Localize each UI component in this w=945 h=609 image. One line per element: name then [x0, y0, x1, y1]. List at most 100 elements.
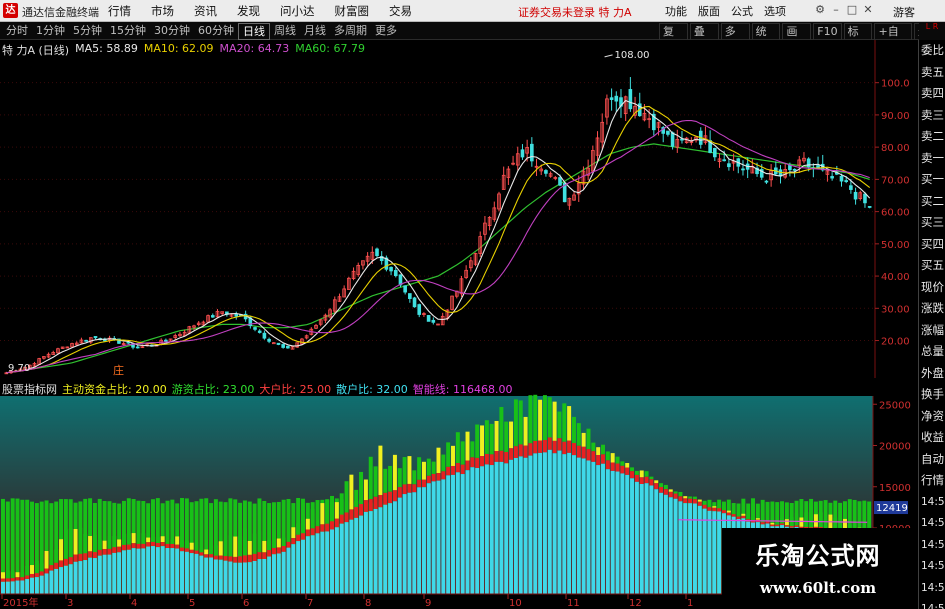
menu-ask[interactable]: 问小达	[280, 3, 315, 19]
retail-bar	[431, 481, 436, 594]
menu-options[interactable]: 选项	[764, 3, 786, 19]
side-panel-item[interactable]: 买一	[919, 169, 945, 191]
price-chart[interactable]: 20.00 30.00 40.00 50.00 60.00 70.00 80.00 90.00…	[0, 40, 918, 378]
close-icon[interactable]: ✕	[860, 3, 876, 16]
hot-money-bar	[78, 527, 83, 554]
candle-body	[253, 327, 257, 330]
candle-body	[276, 342, 281, 345]
hot-money-bar	[736, 514, 741, 517]
settings-icon[interactable]: ⚙	[812, 3, 828, 16]
side-panel-item[interactable]: 涨跌	[919, 298, 945, 320]
menu-layout[interactable]: 版面	[698, 3, 720, 19]
tab-30min[interactable]: 30分钟	[150, 23, 194, 40]
hot-money-bar	[649, 476, 654, 480]
retail-bar	[257, 559, 262, 594]
side-panel-item[interactable]: 卖三	[919, 105, 945, 127]
side-panel-item[interactable]: 收益	[919, 427, 945, 449]
login-status[interactable]: 证券交易未登录 特 力A	[518, 4, 632, 20]
menu-discover[interactable]: 发现	[237, 3, 260, 19]
side-panel-item[interactable]: 卖四	[919, 83, 945, 105]
big-holder-bar	[721, 510, 726, 514]
retail-bar	[673, 498, 678, 594]
retail-bar	[378, 507, 383, 594]
retail-bar	[49, 570, 54, 594]
big-holder-bar	[126, 544, 131, 550]
side-panel-item[interactable]: 现价	[919, 277, 945, 299]
side-panel-item[interactable]: 14:5	[919, 556, 945, 578]
side-panel-item[interactable]: 净资	[919, 406, 945, 428]
big-holder-bar	[533, 440, 538, 454]
candle-body	[558, 177, 562, 186]
hot-money-bar	[344, 481, 349, 513]
big-holder-bar	[291, 538, 296, 545]
retail-bar	[334, 527, 339, 594]
menu-market[interactable]: 市场	[151, 3, 174, 19]
retail-bar	[10, 581, 15, 594]
side-panel-item[interactable]: 涨幅	[919, 320, 945, 342]
hot-money-bar	[489, 423, 494, 455]
side-panel-item[interactable]: 换手	[919, 384, 945, 406]
big-holder-bar	[392, 490, 397, 502]
tab-timeshare[interactable]: 分时	[2, 23, 32, 40]
menu-wealth[interactable]: 财富圈	[335, 3, 370, 19]
menu-trade[interactable]: 交易	[389, 3, 412, 19]
hot-money-bar	[610, 453, 615, 463]
hot-money-bar	[692, 496, 697, 500]
tab-60min[interactable]: 60分钟	[194, 23, 238, 40]
side-panel-item[interactable]: 委比	[919, 40, 945, 62]
side-panel-item[interactable]: 外盘	[919, 363, 945, 385]
app-title: 通达信金融终端	[22, 6, 99, 19]
hot-money-bar	[538, 399, 543, 441]
tab-multi-period[interactable]: 多周期	[330, 23, 371, 40]
retail-bar	[421, 487, 426, 594]
tab-more[interactable]: 更多	[371, 23, 401, 40]
hot-money-bar	[480, 425, 485, 457]
menu-news[interactable]: 资讯	[194, 3, 217, 19]
guest-label[interactable]: 游客	[893, 4, 915, 20]
side-panel-item[interactable]: 14:5	[919, 599, 945, 609]
side-panel-item[interactable]: 买五	[919, 255, 945, 277]
hot-money-bar	[683, 496, 688, 499]
tab-monthly[interactable]: 月线	[300, 23, 330, 40]
big-holder-bar	[794, 525, 799, 528]
side-panel-item[interactable]: 14:5	[919, 513, 945, 535]
side-panel-item[interactable]: 卖二	[919, 126, 945, 148]
retail-bar	[320, 531, 325, 594]
side-panel-item[interactable]: 总量	[919, 341, 945, 363]
maximize-icon[interactable]: □	[844, 3, 860, 16]
hot-money-bar	[707, 504, 712, 508]
candle-body	[666, 130, 670, 135]
hot-money-bar	[1, 572, 5, 579]
retail-bar	[59, 567, 64, 594]
tab-daily[interactable]: 日线	[238, 23, 270, 40]
side-panel-item[interactable]: 行情	[919, 470, 945, 492]
retail-bar	[402, 494, 407, 594]
tab-15min[interactable]: 15分钟	[106, 23, 150, 40]
price-tick-label: 40.00	[881, 272, 910, 283]
big-holder-bar	[649, 479, 654, 486]
side-panel-item[interactable]: 自动	[919, 449, 945, 471]
side-panel-item[interactable]: 14:5	[919, 492, 945, 514]
tab-weekly[interactable]: 周线	[270, 23, 300, 40]
hot-money-bar	[88, 536, 93, 552]
hot-money-bar	[209, 550, 214, 555]
side-panel-item[interactable]: 14:5	[919, 535, 945, 557]
side-panel-item[interactable]: 14:5	[919, 578, 945, 600]
side-panel-item[interactable]: 买二	[919, 191, 945, 213]
retail-bar	[634, 481, 639, 594]
menu-quotes[interactable]: 行情	[108, 3, 131, 19]
side-panel-item[interactable]: 卖一	[919, 148, 945, 170]
tab-5min[interactable]: 5分钟	[69, 23, 106, 40]
panel-toggle[interactable]: L R	[919, 22, 945, 40]
tab-1min[interactable]: 1分钟	[32, 23, 69, 40]
retail-bar	[712, 511, 717, 594]
minimize-icon[interactable]: –	[828, 3, 844, 16]
big-holder-bar	[659, 486, 664, 493]
side-panel-item[interactable]: 卖五	[919, 62, 945, 84]
big-holder-bar	[54, 562, 59, 569]
menu-function[interactable]: 功能	[665, 3, 687, 19]
side-panel-item[interactable]: 买四	[919, 234, 945, 256]
side-panel-item[interactable]: 买三	[919, 212, 945, 234]
price-tick-label: 50.00	[881, 240, 910, 251]
menu-formula[interactable]: 公式	[731, 3, 753, 19]
